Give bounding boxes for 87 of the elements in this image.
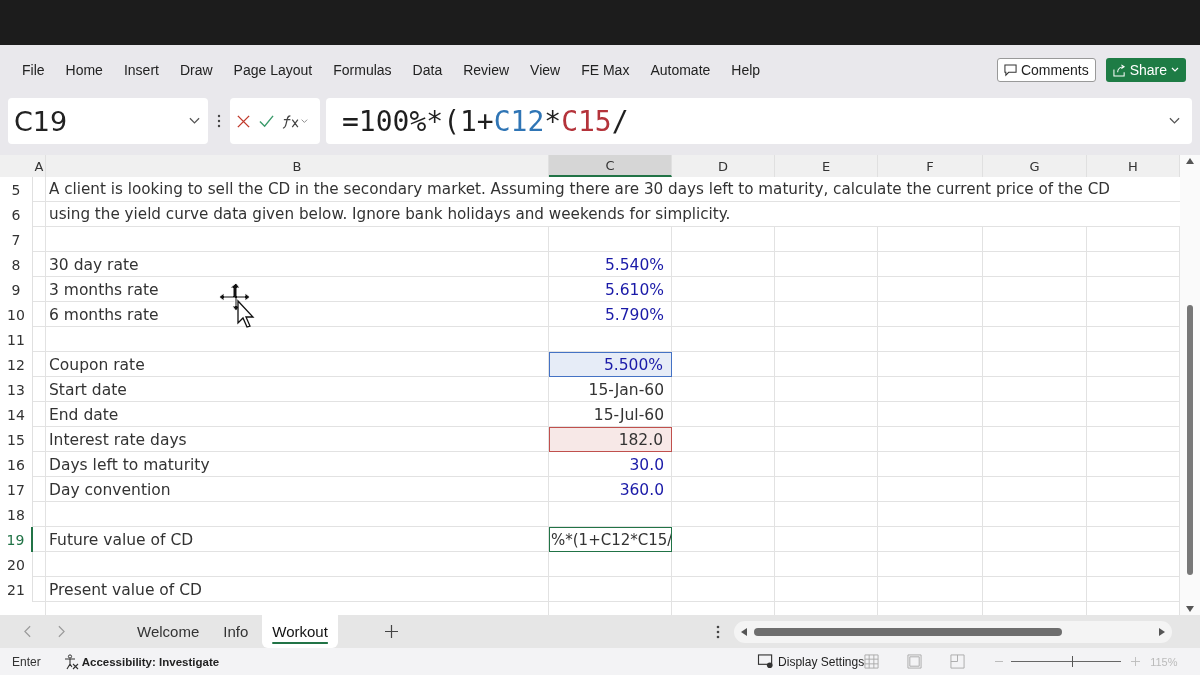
function-icon[interactable] [282, 113, 310, 129]
cell-text: Interest rate days [48, 429, 188, 451]
column-header[interactable]: H [1087, 155, 1180, 177]
menu-tab[interactable]: Draw [179, 62, 213, 78]
row-header[interactable]: 12 [0, 352, 33, 377]
cell-text: 6 months rate [48, 304, 160, 326]
row-header[interactable]: 10 [0, 302, 33, 327]
table-cell-text: 5.790% [603, 304, 665, 326]
menu-tab[interactable]: Automate [650, 62, 711, 78]
share-icon [1112, 63, 1126, 77]
sheet-tab[interactable]: Workout [262, 615, 338, 648]
table-cell-text: 360.0 [618, 479, 665, 501]
menu-tab[interactable]: Review [463, 62, 510, 78]
sheet-tab[interactable]: Welcome [127, 615, 210, 648]
menu-tab[interactable]: View [530, 62, 561, 78]
menu-tab[interactable]: File [22, 62, 45, 78]
vertical-scrollbar[interactable] [1180, 155, 1200, 615]
row-header[interactable]: 21 [0, 577, 33, 602]
more-icon[interactable] [217, 114, 221, 128]
menu-tab[interactable]: Home [65, 62, 103, 78]
row-header[interactable]: 13 [0, 377, 33, 402]
cell-text: End date [48, 404, 120, 426]
row-header[interactable]: 9 [0, 277, 33, 302]
table-cell: 182.0 [549, 427, 672, 452]
column-header[interactable]: F [878, 155, 983, 177]
caret-icon [1171, 67, 1179, 73]
column-header[interactable]: G [983, 155, 1087, 177]
scroll-right-icon[interactable] [1157, 626, 1166, 637]
cell-text: Present value of CD [48, 579, 203, 601]
column-header[interactable]: C [549, 155, 672, 177]
cell-text: Day convention [48, 479, 172, 501]
scroll-left-icon[interactable] [739, 626, 748, 637]
table-cell-text: 5.540% [603, 254, 665, 276]
row-header[interactable]: 7 [0, 227, 33, 252]
row-header[interactable]: 8 [0, 252, 33, 277]
row-header[interactable]: 14 [0, 402, 33, 427]
menu-tab[interactable]: Help [731, 62, 761, 78]
scroll-down-icon[interactable] [1185, 605, 1195, 613]
cell-text: Coupon rate [48, 354, 146, 376]
accessibility-icon [62, 653, 79, 670]
row-header[interactable]: 5 [0, 177, 33, 202]
row-header[interactable]: 6 [0, 202, 33, 227]
share-button[interactable]: Share [1105, 58, 1186, 82]
row-header[interactable]: 11 [0, 327, 33, 352]
menu-tab[interactable]: FE Max [581, 62, 630, 78]
more-icon[interactable] [715, 624, 720, 639]
menu-tab[interactable]: Data [412, 62, 443, 78]
mode-text: Enter [12, 654, 41, 669]
column-header[interactable]: A [33, 155, 46, 177]
monitor-icon [757, 654, 776, 669]
row-header[interactable]: 20 [0, 552, 33, 577]
column-header[interactable]: E [775, 155, 878, 177]
dropdown-icon[interactable] [189, 117, 200, 125]
formula-field[interactable]: =100%*(1+C12*C15/ [326, 98, 1192, 144]
sheet-tab[interactable]: Info [213, 615, 259, 648]
expand-icon[interactable] [1169, 117, 1180, 125]
row-header[interactable]: 15 [0, 427, 33, 452]
checkmark-icon[interactable] [259, 113, 274, 129]
menu-tab[interactable]: Formulas [333, 62, 392, 78]
column-header[interactable]: D [672, 155, 775, 177]
cell-text: Start date [48, 379, 128, 401]
cancel-icon[interactable] [236, 113, 251, 129]
table-cell-text: 15-Jan-60 [587, 379, 665, 401]
row-header[interactable]: 16 [0, 452, 33, 477]
cell-text: A client is looking to sell the CD in the secondary market. Assuming there are 30 days left to maturity, calculate the current price of the CD [46, 177, 1180, 201]
table-cell-text: 5.610% [603, 279, 665, 301]
menu-tab[interactable]: Insert [123, 62, 159, 78]
cell-text: Days left to maturity [48, 454, 211, 476]
name-box[interactable]: C19 [8, 98, 208, 144]
row-header[interactable]: 19 [0, 527, 33, 552]
row-header[interactable]: 18 [0, 502, 33, 527]
comments-button[interactable]: Comments [996, 58, 1096, 82]
horizontal-scrollbar[interactable] [733, 620, 1172, 643]
row-header[interactable]: 17 [0, 477, 33, 502]
cell-text: 3 months rate [48, 279, 160, 301]
table-cell-text: 30.0 [628, 454, 665, 476]
display-settings-button[interactable]: Display Settings [757, 654, 865, 669]
table-cell-text: 15-Jul-60 [592, 404, 665, 426]
add-sheet-icon[interactable] [384, 625, 398, 638]
accessibility-button[interactable]: Accessibility: Investigate [62, 653, 220, 670]
table-cell: 5.500% [549, 352, 672, 377]
scroll-up-icon[interactable] [1185, 157, 1195, 165]
cell-text: 30 day rate [48, 254, 140, 276]
menu-tab[interactable]: Page Layout [233, 62, 313, 78]
column-header[interactable]: B [46, 155, 549, 177]
comment-icon [1003, 63, 1017, 77]
cell-text: Future value of CD [48, 529, 195, 551]
